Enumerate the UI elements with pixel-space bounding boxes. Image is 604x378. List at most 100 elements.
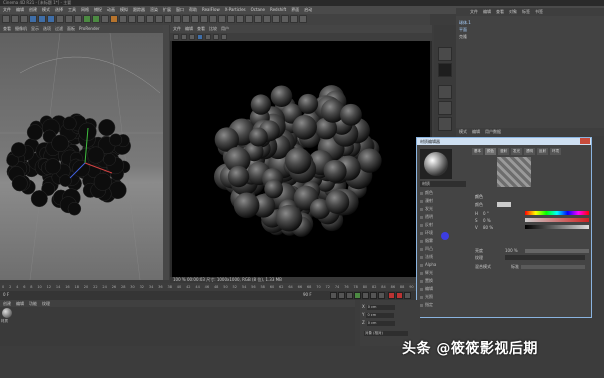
menu-item[interactable]: 界面 bbox=[291, 6, 299, 14]
menu-item[interactable]: 渲染 bbox=[150, 6, 158, 14]
camera-icon[interactable] bbox=[164, 15, 172, 23]
menu-item[interactable]: 模拟 bbox=[120, 6, 128, 14]
object-tab-icon[interactable] bbox=[438, 47, 452, 61]
subdivide-icon[interactable] bbox=[128, 15, 136, 23]
checkbox-icon[interactable] bbox=[420, 231, 423, 235]
viewport-menu-item[interactable]: 显示 bbox=[31, 25, 39, 33]
menu-item[interactable]: 选择 bbox=[55, 6, 63, 14]
menu-item[interactable]: 工具 bbox=[68, 6, 76, 14]
menu-item[interactable]: RealFlow bbox=[202, 6, 220, 14]
compare-icon[interactable] bbox=[205, 34, 211, 40]
render-view-icon[interactable] bbox=[83, 15, 91, 23]
menu-item[interactable]: 跟踪器 bbox=[133, 6, 145, 14]
scene-icon[interactable] bbox=[155, 15, 163, 23]
hue-value[interactable]: 0 ° bbox=[483, 211, 489, 216]
rotate-icon[interactable] bbox=[47, 15, 55, 23]
go-start-icon[interactable] bbox=[330, 292, 337, 299]
save-icon[interactable] bbox=[189, 34, 195, 40]
material-tab[interactable]: 基本 bbox=[472, 148, 483, 155]
render-icon[interactable] bbox=[92, 15, 100, 23]
menu-item[interactable]: 启动 bbox=[304, 6, 312, 14]
layout-icon[interactable] bbox=[227, 15, 235, 23]
prev-key-icon[interactable] bbox=[338, 292, 345, 299]
picture-viewer-menu-item[interactable]: 编辑 bbox=[185, 25, 193, 33]
menu-item[interactable]: Octane bbox=[251, 6, 265, 14]
go-end-icon[interactable] bbox=[378, 292, 385, 299]
cube-icon[interactable] bbox=[110, 15, 118, 23]
picture-viewer-menu-item[interactable]: 查看 bbox=[197, 25, 205, 33]
material-tab[interactable]: 颜色 bbox=[485, 148, 496, 155]
menu-item[interactable]: 动画 bbox=[107, 6, 115, 14]
value-slider[interactable] bbox=[525, 225, 589, 229]
tool-icon[interactable] bbox=[281, 15, 289, 23]
checkbox-icon[interactable] bbox=[420, 263, 423, 267]
move-icon[interactable] bbox=[29, 15, 37, 23]
menu-item[interactable]: 帮助 bbox=[189, 6, 197, 14]
menu-item[interactable]: 模式 bbox=[42, 6, 50, 14]
checkbox-icon[interactable] bbox=[420, 303, 423, 307]
object-row[interactable]: 平面 bbox=[459, 27, 467, 33]
material-icon[interactable] bbox=[182, 15, 190, 23]
object-manager-menu-item[interactable]: 编辑 bbox=[483, 8, 491, 16]
channel-item[interactable]: 发光 bbox=[420, 206, 433, 212]
viewport-menu-item[interactable]: 查看 bbox=[3, 25, 11, 33]
attribute-menu-item[interactable]: 用户数据 bbox=[485, 128, 501, 136]
menu-item[interactable]: 扩展 bbox=[163, 6, 171, 14]
redo-icon[interactable] bbox=[11, 15, 19, 23]
material-tab[interactable]: 透明 bbox=[524, 148, 535, 155]
material-swatch[interactable] bbox=[2, 308, 12, 318]
tool-icon[interactable] bbox=[236, 15, 244, 23]
channel-item[interactable]: 指定 bbox=[420, 302, 433, 308]
picture-viewer-menu-item[interactable]: 文件 bbox=[173, 25, 181, 33]
attribute-menu-item[interactable]: 模式 bbox=[459, 128, 467, 136]
workplane-icon[interactable] bbox=[209, 15, 217, 23]
checkbox-icon[interactable] bbox=[420, 271, 423, 275]
saturation-slider[interactable] bbox=[525, 218, 589, 222]
tool-icon[interactable] bbox=[254, 15, 262, 23]
menu-item[interactable]: 文件 bbox=[3, 6, 11, 14]
mix-strength-slider[interactable] bbox=[521, 265, 585, 269]
menu-item[interactable]: 创建 bbox=[29, 6, 37, 14]
color-swatch[interactable] bbox=[497, 202, 511, 207]
autokey-icon[interactable] bbox=[396, 292, 403, 299]
channel-item[interactable]: 烟雾 bbox=[420, 238, 433, 244]
structure-tab-icon[interactable] bbox=[438, 101, 452, 115]
tool-icon[interactable] bbox=[290, 15, 298, 23]
tool-icon[interactable] bbox=[272, 15, 280, 23]
checkbox-icon[interactable] bbox=[420, 207, 423, 211]
checkbox-icon[interactable] bbox=[420, 199, 423, 203]
stop-icon[interactable] bbox=[181, 34, 187, 40]
next-key-icon[interactable] bbox=[370, 292, 377, 299]
end-frame[interactable]: 90 F bbox=[303, 292, 312, 297]
channel-item[interactable]: 透明 bbox=[420, 214, 433, 220]
channel-item[interactable]: Alpha bbox=[420, 262, 436, 267]
y-axis-icon[interactable] bbox=[65, 15, 73, 23]
checkbox-icon[interactable] bbox=[420, 191, 423, 195]
scale-icon[interactable] bbox=[38, 15, 46, 23]
object-manager-menu-item[interactable]: 书签 bbox=[535, 8, 543, 16]
viewport-menu-item[interactable]: ProRender bbox=[79, 25, 100, 33]
blend-mode-value[interactable]: 标准 bbox=[511, 264, 519, 270]
material-tab[interactable]: 反射 bbox=[537, 148, 548, 155]
coord-y-field[interactable]: 0 cm bbox=[366, 312, 395, 318]
z-axis-icon[interactable] bbox=[74, 15, 82, 23]
attribute-menu-item[interactable]: 编辑 bbox=[472, 128, 480, 136]
zoom-icon[interactable] bbox=[213, 34, 219, 40]
channel-item[interactable]: 凹凸 bbox=[420, 246, 433, 252]
channel-item[interactable]: 编辑 bbox=[420, 286, 433, 292]
value-value[interactable]: 80 % bbox=[483, 225, 493, 230]
fit-icon[interactable] bbox=[221, 34, 227, 40]
channel-item[interactable]: 法线 bbox=[420, 254, 433, 260]
tool-icon[interactable] bbox=[299, 15, 307, 23]
material-manager-menu-item[interactable]: 编辑 bbox=[16, 300, 24, 307]
channel-item[interactable]: 漫射 bbox=[420, 198, 433, 204]
saturation-value[interactable]: 0 % bbox=[483, 218, 491, 223]
x-axis-icon[interactable] bbox=[56, 15, 64, 23]
snap-icon[interactable] bbox=[200, 15, 208, 23]
menu-item[interactable]: 网格 bbox=[81, 6, 89, 14]
viewport-menu-item[interactable]: 面板 bbox=[67, 25, 75, 33]
next-frame-icon[interactable] bbox=[362, 292, 369, 299]
material-preview-icon[interactable] bbox=[438, 63, 452, 77]
sphere-cluster[interactable] bbox=[6, 113, 131, 216]
coord-z-field[interactable]: 0 cm bbox=[366, 320, 395, 326]
